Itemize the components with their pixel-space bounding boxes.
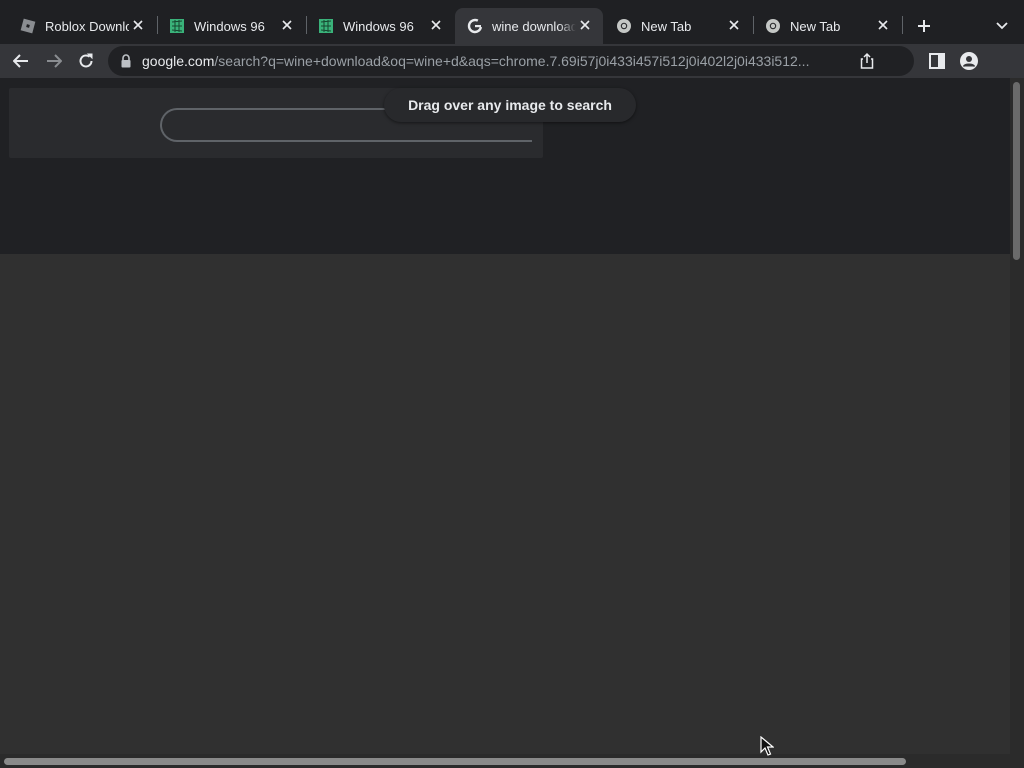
close-icon[interactable]: [577, 17, 593, 33]
horizontal-scrollbar-thumb[interactable]: [4, 758, 906, 765]
tab-separator: [902, 16, 903, 34]
tab-new-tab[interactable]: New Tab: [604, 8, 752, 44]
google-icon: [467, 18, 483, 34]
tab-windows96[interactable]: Windows 96: [157, 8, 305, 44]
vertical-scrollbar-thumb[interactable]: [1013, 82, 1020, 260]
tab-title: New Tab: [790, 18, 841, 34]
chrome-icon: [765, 18, 781, 34]
share-icon[interactable]: [858, 52, 876, 70]
tab-title: New Tab: [641, 18, 692, 34]
roblox-icon: [20, 18, 36, 34]
tab-title: Windows 96: [194, 18, 265, 34]
side-panel-icon[interactable]: [928, 52, 946, 70]
image-search-tooltip: Drag over any image to search: [384, 88, 636, 122]
url-host: google.com: [142, 53, 215, 69]
tab-strip: Roblox Downlo Windows 96 Windows 96 wine…: [0, 0, 1024, 44]
horizontal-scrollbar[interactable]: [0, 754, 1024, 768]
page-header-area: Drag over any image to search: [0, 78, 1010, 254]
windows96-icon: [169, 18, 185, 34]
windows96-icon: [318, 18, 334, 34]
arrow-right-icon[interactable]: [41, 48, 67, 74]
tab-title: wine download: [492, 18, 576, 34]
close-icon[interactable]: [130, 17, 146, 33]
close-icon[interactable]: [428, 17, 444, 33]
close-icon[interactable]: [875, 17, 891, 33]
close-icon[interactable]: [726, 17, 742, 33]
tab-title: Roblox Downlo: [45, 18, 129, 34]
tab-title: Windows 96: [343, 18, 414, 34]
close-icon[interactable]: [279, 17, 295, 33]
arrow-left-icon[interactable]: [8, 48, 34, 74]
toolbar: google.com/search?q=wine+download&oq=win…: [0, 44, 1024, 78]
vertical-scrollbar[interactable]: [1010, 78, 1024, 754]
lock-icon[interactable]: [120, 54, 132, 68]
plus-icon[interactable]: [912, 14, 936, 38]
address-bar[interactable]: google.com/search?q=wine+download&oq=win…: [108, 46, 914, 76]
tab-roblox[interactable]: Roblox Downlo: [8, 8, 156, 44]
tab-new-tab-2[interactable]: New Tab: [753, 8, 901, 44]
reload-icon[interactable]: [73, 48, 99, 74]
url-path: /search?q=wine+download&oq=wine+d&aqs=ch…: [214, 53, 810, 69]
tab-wine-download[interactable]: wine download: [455, 8, 603, 44]
person-icon[interactable]: [958, 50, 980, 72]
tab-windows96-2[interactable]: Windows 96: [306, 8, 454, 44]
chevron-down-icon[interactable]: [990, 14, 1014, 38]
url-text[interactable]: google.com/search?q=wine+download&oq=win…: [142, 53, 852, 69]
chrome-icon: [616, 18, 632, 34]
page-content: Drag over any image to search: [0, 78, 1010, 754]
mouse-cursor-icon: [760, 736, 774, 756]
